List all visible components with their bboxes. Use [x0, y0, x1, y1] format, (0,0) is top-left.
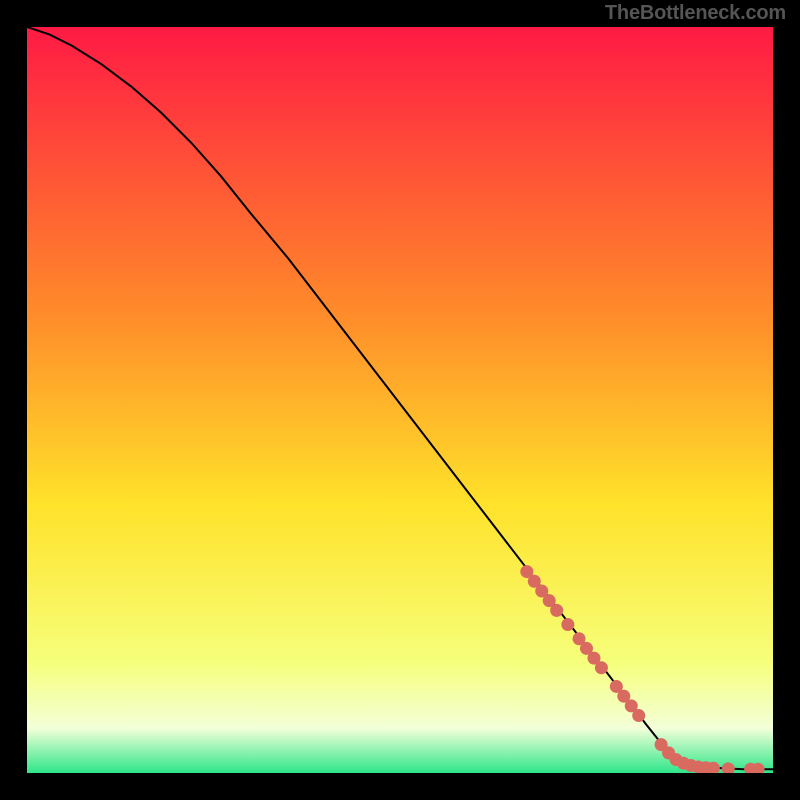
chart-frame: TheBottleneck.com — [0, 0, 800, 800]
gradient-background — [27, 27, 773, 773]
data-marker — [595, 661, 608, 674]
plot-area — [27, 27, 773, 773]
data-marker — [550, 604, 563, 617]
attribution-label: TheBottleneck.com — [605, 2, 786, 25]
data-marker — [561, 618, 574, 631]
plot-svg — [27, 27, 773, 773]
data-marker — [632, 709, 645, 722]
